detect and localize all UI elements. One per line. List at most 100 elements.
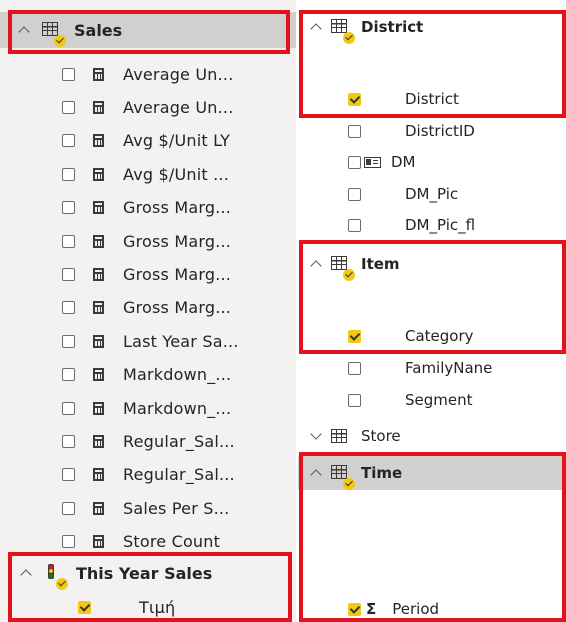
calculator-icon bbox=[93, 201, 104, 215]
field-label: DM_Pic_fl bbox=[405, 216, 476, 234]
measure-label: Avg $/Unit LY bbox=[123, 131, 231, 151]
measure-label: Markdown_... bbox=[123, 398, 232, 418]
checkbox[interactable] bbox=[62, 401, 75, 415]
measure-label: Gross Marg... bbox=[123, 298, 232, 318]
calculator-icon bbox=[93, 368, 104, 382]
measure-item[interactable]: Markdown_... bbox=[0, 361, 296, 389]
checkbox[interactable] bbox=[62, 501, 75, 515]
checkbox[interactable] bbox=[62, 234, 75, 248]
calculator-icon bbox=[93, 501, 104, 515]
checkbox[interactable] bbox=[62, 134, 75, 148]
calculator-icon bbox=[93, 267, 104, 281]
calculator-icon bbox=[93, 301, 104, 315]
measure-item[interactable]: Average Un... bbox=[0, 60, 296, 88]
kpi-item[interactable]: Τιμή bbox=[0, 593, 296, 621]
measure-label: Gross Marg... bbox=[123, 198, 232, 218]
kpi-header-this-year-sales[interactable]: This Year Sales bbox=[0, 556, 296, 590]
checkbox-checked[interactable] bbox=[348, 602, 361, 616]
checkbox[interactable] bbox=[62, 100, 75, 114]
measure-label: Average Un... bbox=[123, 64, 234, 84]
checkbox[interactable] bbox=[348, 187, 361, 201]
measure-label: Markdown_... bbox=[123, 365, 232, 385]
measure-item[interactable]: Markdown_... bbox=[0, 394, 296, 422]
chevron-up-icon[interactable] bbox=[20, 569, 32, 581]
checkbox[interactable] bbox=[62, 468, 75, 482]
checkbox[interactable] bbox=[348, 393, 361, 407]
checkbox[interactable] bbox=[62, 67, 75, 81]
field-familynane[interactable]: FamilyNane bbox=[298, 356, 566, 380]
checkbox[interactable] bbox=[62, 167, 75, 181]
right-fields-pane: District District DistrictID DM DM_Pic D… bbox=[298, 0, 566, 622]
table-header-sales[interactable]: Sales bbox=[0, 12, 296, 48]
checkbox[interactable] bbox=[62, 368, 75, 382]
field-dm-pic[interactable]: DM_Pic bbox=[298, 182, 566, 206]
measure-item[interactable]: Avg $/Unit ... bbox=[0, 160, 296, 188]
checkbox[interactable] bbox=[348, 124, 361, 138]
field-label: Segment bbox=[405, 391, 473, 409]
chevron-down-icon[interactable] bbox=[310, 428, 322, 440]
table-header-item[interactable]: Item bbox=[298, 248, 566, 281]
checkbox[interactable] bbox=[348, 155, 361, 169]
measure-item[interactable]: Regular_Sal... bbox=[0, 427, 296, 455]
chevron-up-icon[interactable] bbox=[310, 469, 322, 481]
measure-label: Avg $/Unit ... bbox=[123, 164, 230, 184]
field-label: Period bbox=[392, 600, 440, 618]
calculator-icon bbox=[93, 234, 104, 248]
chevron-up-icon[interactable] bbox=[310, 260, 322, 272]
checkbox-checked[interactable] bbox=[78, 600, 91, 614]
table-header-time[interactable]: Time bbox=[298, 456, 566, 490]
table-name-sales: Sales bbox=[74, 20, 123, 40]
checkbox-checked[interactable] bbox=[348, 329, 361, 343]
calculator-icon bbox=[93, 334, 104, 348]
measure-item[interactable]: Average Un... bbox=[0, 93, 296, 121]
measure-label: Regular_Sal... bbox=[123, 431, 235, 451]
field-district[interactable]: District bbox=[298, 87, 566, 111]
checkbox[interactable] bbox=[348, 361, 361, 375]
table-name-district: District bbox=[361, 18, 424, 36]
kpi-name: This Year Sales bbox=[76, 563, 213, 583]
measure-item[interactable]: Gross Marg... bbox=[0, 294, 296, 322]
kpi-traffic-light-icon bbox=[48, 563, 68, 590]
field-category[interactable]: Category bbox=[298, 324, 566, 348]
measure-label: Last Year Sa... bbox=[123, 331, 239, 351]
measure-item[interactable]: Store Count bbox=[0, 528, 296, 556]
table-icon bbox=[42, 21, 66, 47]
measure-label: Regular_Sal... bbox=[123, 465, 235, 485]
field-label: DistrictID bbox=[405, 122, 475, 140]
measure-label: Gross Marg... bbox=[123, 264, 232, 284]
checkbox[interactable] bbox=[62, 434, 75, 448]
sigma-icon: Σ bbox=[366, 600, 377, 618]
table-icon bbox=[331, 464, 355, 490]
checkbox[interactable] bbox=[348, 218, 361, 232]
measure-item[interactable]: Gross Marg... bbox=[0, 194, 296, 222]
checkbox[interactable] bbox=[62, 201, 75, 215]
field-dm-pic-fl[interactable]: DM_Pic_fl bbox=[298, 213, 566, 237]
calculator-icon bbox=[93, 100, 104, 114]
checkbox[interactable] bbox=[62, 301, 75, 315]
checkbox-checked[interactable] bbox=[348, 92, 361, 106]
field-districtid[interactable]: DistrictID bbox=[298, 119, 566, 143]
measure-label: Average Un... bbox=[123, 97, 234, 117]
calculator-icon bbox=[93, 134, 104, 148]
table-header-store[interactable]: Store bbox=[298, 424, 566, 448]
table-icon bbox=[331, 429, 347, 443]
measure-item[interactable]: Last Year Sa... bbox=[0, 327, 296, 355]
field-dm[interactable]: DM bbox=[298, 150, 566, 174]
chevron-up-icon[interactable] bbox=[18, 26, 30, 38]
table-icon bbox=[331, 255, 355, 281]
checkbox[interactable] bbox=[62, 334, 75, 348]
measure-item[interactable]: Gross Marg... bbox=[0, 227, 296, 255]
chevron-up-icon[interactable] bbox=[310, 23, 322, 35]
table-header-district[interactable]: District bbox=[298, 12, 566, 44]
checkbox[interactable] bbox=[62, 267, 75, 281]
measure-item[interactable]: Regular_Sal... bbox=[0, 461, 296, 489]
measure-item[interactable]: Sales Per S... bbox=[0, 494, 296, 522]
measure-item[interactable]: Avg $/Unit LY bbox=[0, 127, 296, 155]
field-label: District bbox=[405, 90, 459, 108]
calculator-icon bbox=[93, 434, 104, 448]
field-period[interactable]: Σ Period bbox=[298, 597, 566, 621]
table-name-time: Time bbox=[361, 464, 403, 482]
measure-item[interactable]: Gross Marg... bbox=[0, 260, 296, 288]
checkbox[interactable] bbox=[62, 535, 75, 549]
field-segment[interactable]: Segment bbox=[298, 388, 566, 412]
